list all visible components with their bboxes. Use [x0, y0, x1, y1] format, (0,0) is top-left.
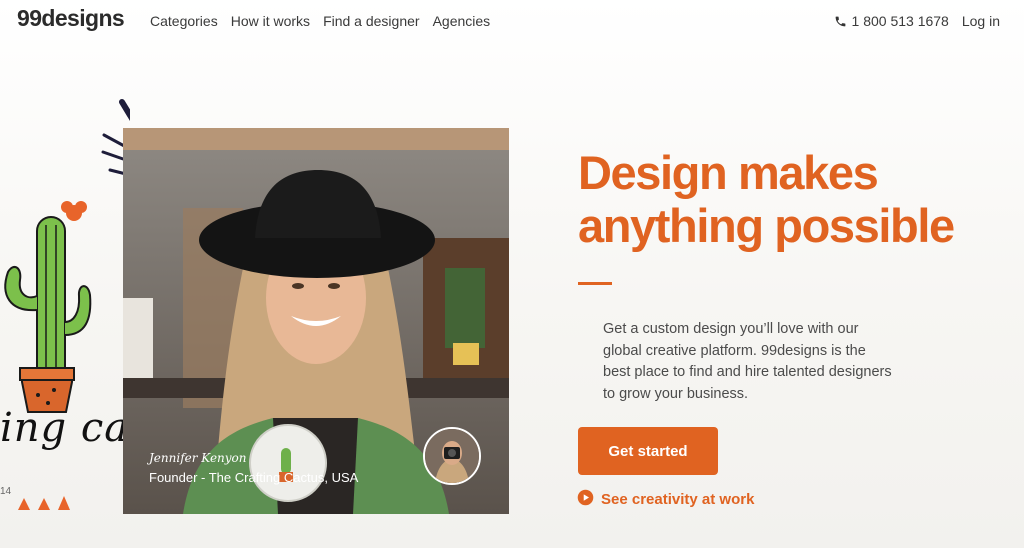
- phone-number: 1 800 513 1678: [851, 13, 949, 29]
- header-right: 1 800 513 1678 Log in: [834, 13, 1000, 29]
- designer-avatar-icon: [425, 429, 479, 483]
- main-nav: Categories How it works Find a designer …: [150, 13, 490, 29]
- nav-find-a-designer[interactable]: Find a designer: [323, 13, 420, 29]
- designer-avatar[interactable]: [423, 427, 481, 485]
- testimonial-role: Founder - The Crafting Cactus, USA: [149, 470, 359, 485]
- headline-divider: [578, 282, 612, 285]
- nav-how-it-works[interactable]: How it works: [231, 13, 310, 29]
- logo[interactable]: 99designs: [17, 5, 125, 32]
- cactus-illustration: [0, 90, 145, 548]
- phone-icon: [834, 15, 847, 28]
- nav-agencies[interactable]: Agencies: [433, 13, 491, 29]
- see-creativity-label: See creativity at work: [601, 491, 755, 508]
- nav-categories[interactable]: Categories: [150, 13, 218, 29]
- see-creativity-link[interactable]: See creativity at work: [577, 489, 754, 510]
- login-link[interactable]: Log in: [962, 13, 1000, 29]
- get-started-button[interactable]: Get started: [578, 427, 718, 475]
- play-circle-icon: [577, 489, 594, 510]
- hero-headline: Design makes anything possible: [578, 146, 955, 252]
- top-header: 99designs Categories How it works Find a…: [0, 0, 1024, 44]
- phone-link[interactable]: 1 800 513 1678: [834, 13, 949, 29]
- testimonial-name: Jennifer Kenyon: [149, 451, 247, 465]
- hero-description: Get a custom design you’ll love with our…: [603, 321, 892, 402]
- illustration-tiny-text: 14: [0, 486, 12, 497]
- cactus-illustration-icon: [4, 99, 145, 510]
